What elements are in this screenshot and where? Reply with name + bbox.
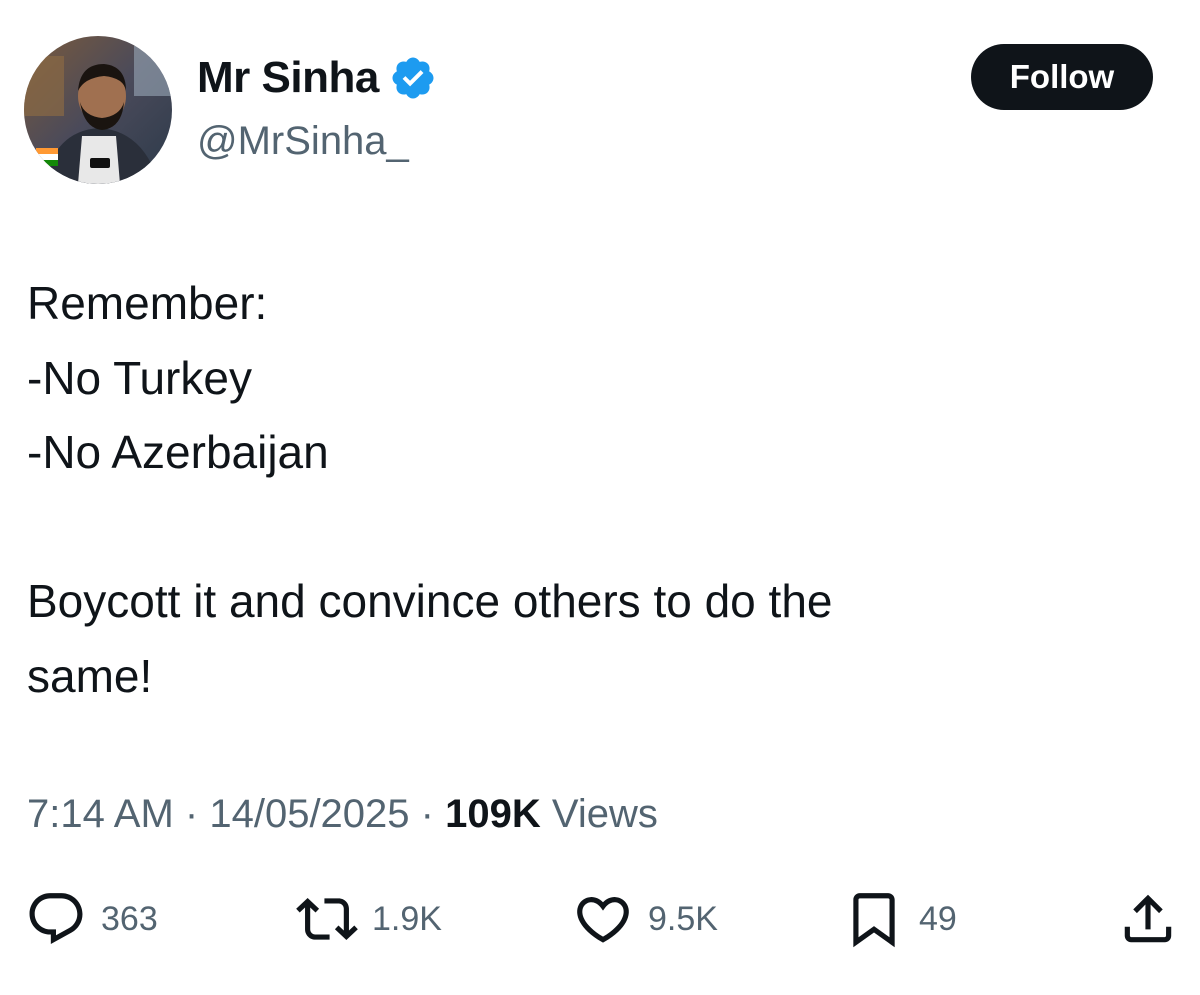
like-count: 9.5K [648, 899, 718, 938]
avatar[interactable] [24, 36, 172, 184]
tweet-meta: 7:14 AM · 14/05/2025 · 109K Views [27, 784, 658, 844]
reply-icon [29, 893, 83, 945]
tweet-line: -No Azerbaijan [27, 426, 329, 478]
bookmark-icon [853, 893, 895, 948]
reply-count: 363 [101, 899, 158, 938]
repost-count: 1.9K [372, 899, 442, 938]
tweet-time[interactable]: 7:14 AM [27, 792, 174, 836]
repost-icon [296, 898, 358, 940]
meta-separator: · [420, 792, 434, 836]
verified-badge-icon[interactable] [389, 54, 437, 102]
author-display-name[interactable]: Mr Sinha [197, 50, 379, 106]
heart-icon [577, 897, 629, 943]
views-label: Views [551, 792, 658, 836]
meta-separator: · [184, 792, 199, 836]
tweet-line: same! [27, 649, 153, 702]
share-icon [1124, 894, 1172, 943]
reply-button[interactable]: 363 [25, 887, 158, 951]
tweet-line: Remember: [27, 277, 268, 329]
author-name-row: Mr Sinha [197, 50, 437, 106]
tweet-text: Remember: -No Turkey -No Azerbaijan Boyc… [27, 266, 1167, 713]
profile-photo [24, 36, 172, 184]
like-button[interactable]: 9.5K [572, 887, 718, 951]
tweet-date[interactable]: 14/05/2025 [209, 792, 409, 836]
repost-button[interactable]: 1.9K [296, 887, 442, 951]
tweet-line: -No Turkey [27, 351, 252, 404]
tweet-line: Boycott it and convince others to do the [27, 575, 833, 627]
author-handle[interactable]: @MrSinha_ [197, 115, 409, 167]
share-button[interactable] [1117, 887, 1179, 951]
views-count: 109K [445, 792, 541, 836]
action-bar: 363 1.9K 9.5K 49 [0, 887, 1200, 951]
bookmark-count: 49 [919, 899, 957, 938]
follow-button[interactable]: Follow [971, 44, 1153, 110]
bookmark-button[interactable]: 49 [843, 887, 957, 951]
